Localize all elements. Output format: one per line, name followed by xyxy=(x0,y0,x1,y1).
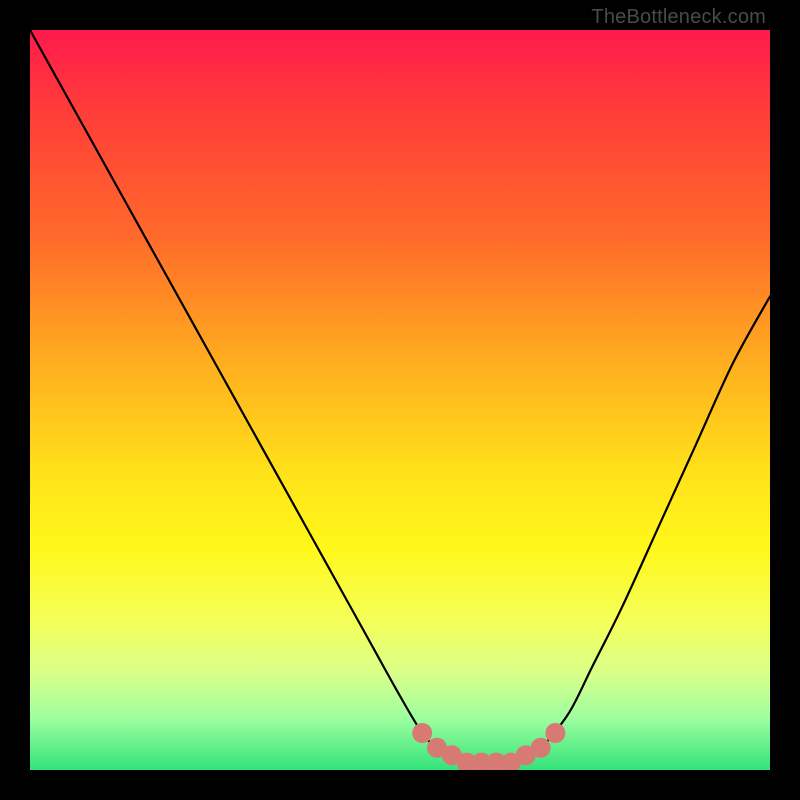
bottleneck-curve-line xyxy=(30,30,770,764)
chart-svg xyxy=(30,30,770,770)
highlight-marker xyxy=(545,723,565,743)
attribution-label: TheBottleneck.com xyxy=(591,6,766,29)
plot-area xyxy=(30,30,770,770)
highlight-marker xyxy=(412,723,432,743)
chart-container: TheBottleneck.com xyxy=(0,0,800,800)
highlight-marker xyxy=(531,738,551,758)
highlight-markers xyxy=(412,723,565,770)
